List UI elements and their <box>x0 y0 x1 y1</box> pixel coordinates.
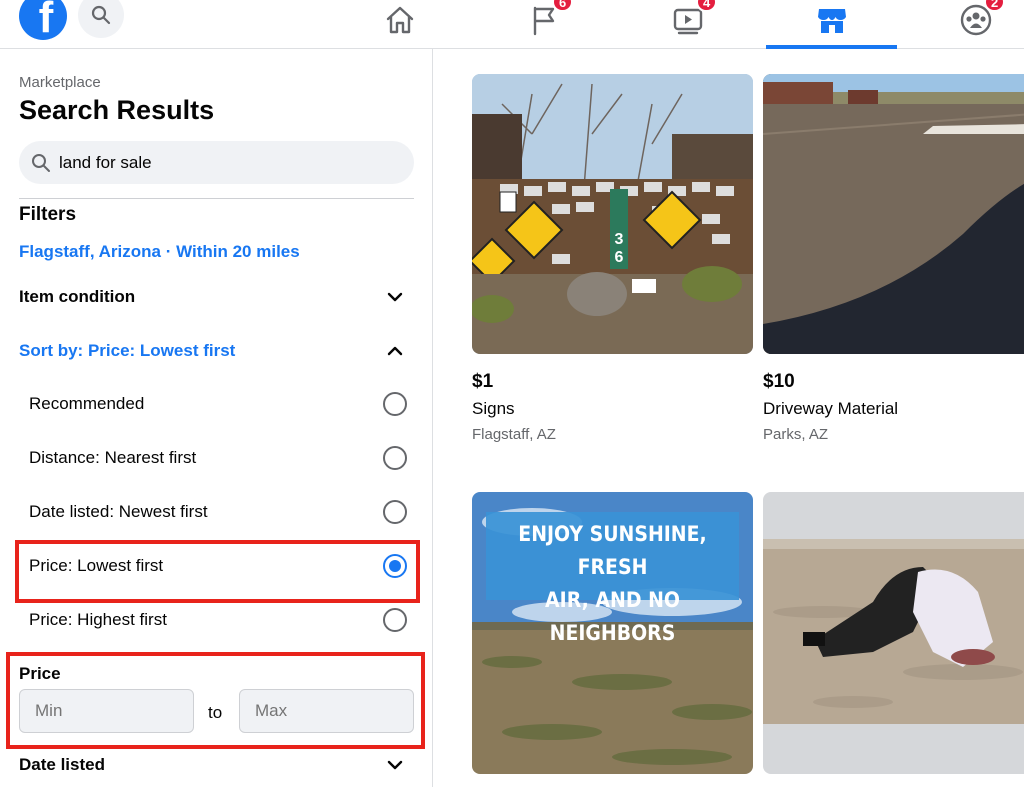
driveway-photo <box>763 74 1024 354</box>
listing-location: Flagstaff, AZ <box>472 426 556 443</box>
location-filter-link[interactable]: Flagstaff, Arizona · Within 20 miles <box>19 242 300 262</box>
listing-banner-text: ENJOY SUNSHINE, FRESH AIR, AND NO NEIGHB… <box>486 518 739 650</box>
sort-option-distance[interactable]: Distance: Nearest first <box>29 438 407 478</box>
sort-option-label: Price: Highest first <box>29 610 167 629</box>
sort-by-filter[interactable]: Sort by: Price: Lowest first <box>19 331 414 371</box>
radio-button[interactable] <box>383 608 407 632</box>
marketplace-icon <box>818 9 846 33</box>
svg-text:3: 3 <box>615 231 624 248</box>
divider <box>19 198 414 199</box>
nav-pages[interactable]: 6 <box>524 0 574 40</box>
search-button[interactable] <box>78 0 124 38</box>
facebook-logo[interactable]: f <box>19 0 67 40</box>
home-icon <box>386 6 414 34</box>
sort-option-date-listed[interactable]: Date listed: Newest first <box>29 492 407 532</box>
page-title: Search Results <box>19 95 215 125</box>
banner-line-2: AIR, AND NO NEIGHBORS <box>545 588 680 645</box>
listing-price: $10 <box>763 371 795 392</box>
listing-title[interactable]: Driveway Material <box>763 399 898 419</box>
item-condition-label: Item condition <box>19 287 136 306</box>
search-query-text: land for sale <box>59 152 152 172</box>
listing-photo[interactable]: ENJOY SUNSHINE, FRESH AIR, AND NO NEIGHB… <box>472 492 753 774</box>
top-navigation-bar: f 6 4 2 <box>0 0 1024 49</box>
sort-option-label: Date listed: Newest first <box>29 502 208 521</box>
radio-button[interactable] <box>383 392 407 416</box>
highlight-box-sort <box>15 540 420 603</box>
listing-photo[interactable] <box>763 74 1024 354</box>
sort-option-recommended[interactable]: Recommended <box>29 384 407 424</box>
listing-location: Parks, AZ <box>763 426 829 443</box>
chevron-up-icon <box>384 340 406 362</box>
svg-text:6: 6 <box>615 249 624 266</box>
nav-groups[interactable]: 2 <box>956 0 1006 40</box>
filters-heading: Filters <box>19 204 77 225</box>
nav-watch[interactable]: 4 <box>668 0 718 40</box>
sort-option-label: Distance: Nearest first <box>29 448 197 467</box>
listing-photo[interactable] <box>763 492 1024 774</box>
radio-button[interactable] <box>383 500 407 524</box>
listings-grid: 3 6 $1 Signs Flagstaff, AZ $10 Driveway … <box>434 49 1024 787</box>
signs-photo: 3 6 <box>472 74 753 354</box>
search-icon <box>91 5 111 25</box>
chevron-down-icon <box>384 754 406 776</box>
search-icon <box>32 153 50 172</box>
sort-by-label: Sort by: Price: Lowest first <box>19 341 236 360</box>
sort-option-label: Recommended <box>29 394 145 413</box>
head-in-sand-photo <box>763 492 1024 774</box>
date-listed-label: Date listed <box>19 755 105 774</box>
listing-photo[interactable]: 3 6 <box>472 74 753 354</box>
listing-title[interactable]: Signs <box>472 399 515 419</box>
nav-marketplace[interactable] <box>812 0 852 40</box>
banner-line-1: ENJOY SUNSHINE, FRESH <box>518 522 707 579</box>
breadcrumb[interactable]: Marketplace <box>19 74 101 91</box>
logo-letter: f <box>38 0 54 40</box>
nav-home[interactable] <box>380 0 420 40</box>
marketplace-search-input[interactable]: land for sale <box>19 141 414 184</box>
listing-price: $1 <box>472 371 494 392</box>
item-condition-filter[interactable]: Item condition <box>19 277 414 317</box>
radio-button[interactable] <box>383 446 407 470</box>
highlight-box-price <box>6 652 425 749</box>
date-listed-filter[interactable]: Date listed <box>19 745 414 785</box>
sort-option-price-highest[interactable]: Price: Highest first <box>29 600 407 640</box>
chevron-down-icon <box>384 286 406 308</box>
